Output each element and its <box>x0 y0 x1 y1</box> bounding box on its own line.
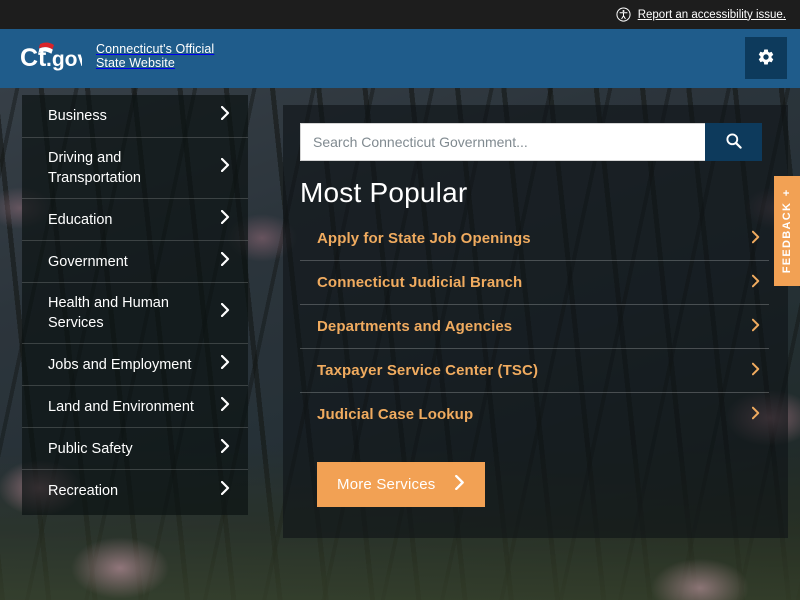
report-accessibility-issue-label: Report an accessibility issue. <box>637 8 786 21</box>
gear-icon <box>757 48 775 69</box>
site-logo-link[interactable]: Ct .gov Connecticut's Official State Web… <box>20 39 214 73</box>
list-item: Taxpayer Service Center (TSC) <box>300 348 769 392</box>
search-icon <box>724 131 743 153</box>
site-tagline-line2: State Website <box>96 56 175 70</box>
list-item: Apply for State Job Openings <box>300 217 769 260</box>
accessibility-person-icon <box>616 7 631 22</box>
search-submit-button[interactable] <box>705 123 762 161</box>
popular-link-label: Judicial Case Lookup <box>317 406 474 423</box>
ctgov-logo-icon: Ct .gov <box>20 39 89 73</box>
chevron-right-icon <box>751 230 760 247</box>
sidebar-item-label: Driving and Transportation <box>48 150 141 186</box>
plus-icon: + <box>781 188 793 197</box>
chevron-right-icon <box>220 480 230 501</box>
feedback-tab[interactable]: FEEDBACK + <box>774 176 800 286</box>
most-popular-panel: Most Popular Apply for State Job Opening… <box>283 105 788 538</box>
sidebar-item-education[interactable]: Education <box>22 198 248 240</box>
chevron-right-icon <box>220 251 230 272</box>
sidebar-item-label: Health and Human Services <box>48 295 169 331</box>
popular-link-departments-and-agencies[interactable]: Departments and Agencies <box>300 304 769 348</box>
popular-link-label: Connecticut Judicial Branch <box>317 274 523 291</box>
list-item: Departments and Agencies <box>300 304 769 348</box>
chevron-right-icon <box>751 318 760 335</box>
chevron-right-icon <box>751 362 760 379</box>
list-item: Judicial Case Lookup <box>300 392 769 436</box>
popular-link-label: Departments and Agencies <box>317 318 513 335</box>
sidebar-item-public-safety[interactable]: Public Safety <box>22 427 248 469</box>
sidebar-item-jobs-and-employment[interactable]: Jobs and Employment <box>22 343 248 385</box>
sidebar-item-label: Land and Environment <box>48 398 194 415</box>
popular-link-connecticut-judicial-branch[interactable]: Connecticut Judicial Branch <box>300 260 769 304</box>
sidebar-item-recreation[interactable]: Recreation <box>22 469 248 511</box>
sidebar-item-label: Business <box>48 108 107 124</box>
sidebar-item-driving-and-transportation[interactable]: Driving and Transportation <box>22 137 248 198</box>
most-popular-list: Apply for State Job Openings Connecticut… <box>300 217 769 436</box>
search-bar <box>300 123 762 161</box>
more-services-button[interactable]: More Services <box>317 462 486 507</box>
settings-button[interactable] <box>745 37 787 79</box>
sidebar-item-label: Government <box>48 253 128 270</box>
chevron-right-icon <box>220 354 230 375</box>
sidebar-item-label: Recreation <box>48 482 119 499</box>
list-item: Connecticut Judicial Branch <box>300 260 769 304</box>
search-input[interactable] <box>300 123 705 161</box>
sidebar-item-government[interactable]: Government <box>22 240 248 282</box>
page-title: Most Popular <box>300 177 468 208</box>
sidebar-item-label: Jobs and Employment <box>48 356 192 373</box>
popular-link-label: Apply for State Job Openings <box>317 230 531 247</box>
sidebar-item-label: Education <box>48 211 113 228</box>
chevron-right-icon <box>751 406 760 423</box>
site-tagline: Connecticut's Official State Website <box>96 42 214 71</box>
more-services-label: More Services <box>337 476 436 493</box>
chevron-right-icon <box>220 157 230 178</box>
site-tagline-line1: Connecticut's Official <box>96 41 215 56</box>
chevron-right-icon <box>220 105 230 126</box>
chevron-right-icon <box>455 474 465 494</box>
chevron-right-icon <box>220 438 230 459</box>
popular-link-apply-for-state-job-openings[interactable]: Apply for State Job Openings <box>300 217 769 260</box>
chevron-right-icon <box>220 209 230 230</box>
feedback-tab-label: FEEDBACK <box>781 201 793 274</box>
popular-link-taxpayer-service-center[interactable]: Taxpayer Service Center (TSC) <box>300 348 769 392</box>
sidebar-item-health-and-human-services[interactable]: Health and Human Services <box>22 282 248 343</box>
popular-link-label: Taxpayer Service Center (TSC) <box>317 362 539 379</box>
popular-link-judicial-case-lookup[interactable]: Judicial Case Lookup <box>300 392 769 436</box>
sidebar-item-business[interactable]: Business <box>22 95 248 137</box>
accessibility-bar: Report an accessibility issue. <box>0 0 800 29</box>
sidebar-item-land-and-environment[interactable]: Land and Environment <box>22 385 248 427</box>
chevron-right-icon <box>220 302 230 323</box>
chevron-right-icon <box>751 274 760 291</box>
site-header: Ct .gov Connecticut's Official State Web… <box>0 29 800 88</box>
category-sidebar: Business Driving and Transportation Educ… <box>22 95 248 515</box>
feedback-tab-content: FEEDBACK + <box>781 189 793 273</box>
sidebar-item-label: Public Safety <box>48 440 133 457</box>
chevron-right-icon <box>220 396 230 417</box>
report-accessibility-issue-link[interactable]: Report an accessibility issue. <box>616 7 786 22</box>
